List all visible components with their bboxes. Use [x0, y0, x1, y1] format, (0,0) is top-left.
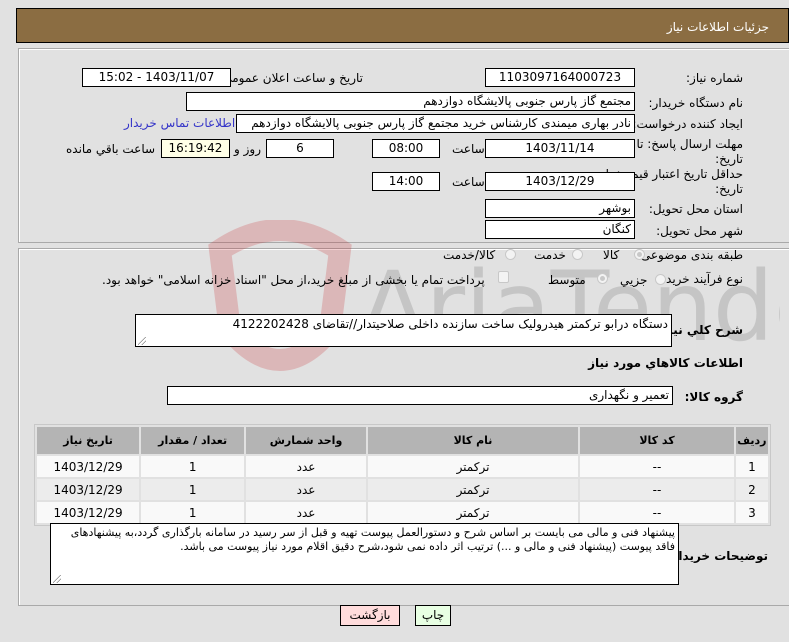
goods-group-label: گروه کالا: — [684, 390, 743, 404]
cell-need-date: 1403/12/29 — [37, 456, 140, 477]
page-title: جزئیات اطلاعات نیاز — [666, 20, 769, 34]
remaining-time-field: 16:19:42 — [161, 139, 230, 158]
category-option-goods-service: کالا/خدمت — [443, 248, 496, 262]
resize-handle-icon[interactable] — [138, 337, 146, 345]
column-header-goods-code: کد کالا — [580, 427, 734, 454]
cell-unit: عدد — [246, 479, 366, 500]
category-option-goods: کالا — [603, 248, 620, 262]
goods-table-header-row: ردیف کد کالا نام کالا واحد شمارش تعداد /… — [37, 427, 768, 454]
goods-table: ردیف کد کالا نام کالا واحد شمارش تعداد /… — [34, 424, 771, 526]
purchase-type-radio-small[interactable] — [655, 274, 666, 285]
cell-row-number: 2 — [735, 479, 768, 500]
resize-handle-icon[interactable] — [53, 575, 61, 583]
cell-goods-code: -- — [580, 479, 734, 500]
purchase-type-radio-medium[interactable] — [597, 273, 608, 284]
cell-unit: عدد — [246, 502, 366, 523]
table-row: 3 -- ترکمتر عدد 1 1403/12/29 — [37, 502, 768, 523]
buyer-notes-label: توضیحات خریدار: — [666, 549, 768, 563]
column-header-row-number: ردیف — [735, 427, 768, 454]
delivery-province-label: استان محل تحویل: — [648, 202, 743, 216]
need-number-field: 1103097164000723 — [485, 68, 635, 87]
delivery-city-field: کنگان — [485, 220, 635, 239]
goods-section-title: اطلاعات کالاهاي مورد نياز — [588, 356, 743, 370]
reply-deadline-date-field: 1403/11/14 — [485, 139, 635, 158]
treasury-payment-note: پرداخت تمام یا بخشی از مبلغ خرید،از محل … — [102, 273, 485, 287]
column-header-quantity: تعداد / مقدار — [141, 427, 245, 454]
column-header-need-date: تاریخ نیاز — [37, 427, 140, 454]
cell-quantity: 1 — [141, 502, 245, 523]
description-textarea[interactable]: دستگاه درابو ترکمتر هیدرولیک ساخت سازنده… — [135, 314, 672, 347]
goods-group-field: تعمیر و نگهداری — [167, 386, 673, 405]
cell-need-date: 1403/12/29 — [37, 502, 140, 523]
remaining-time-label: ساعت باقي مانده — [66, 142, 156, 156]
purchase-type-option-medium: متوسط — [548, 273, 586, 287]
requester-field: نادر بهاری میمندی کارشناس خرید مجتمع گاز… — [236, 114, 635, 133]
category-label: طبقه بندی موضوعی: — [636, 248, 743, 262]
buyer-org-label: نام دستگاه خریدار: — [648, 96, 744, 110]
table-row: 1 -- ترکمتر عدد 1 1403/12/29 — [37, 456, 768, 477]
print-button[interactable]: چاپ — [415, 605, 451, 626]
cell-quantity: 1 — [141, 479, 245, 500]
table-row: 2 -- ترکمتر عدد 1 1403/12/29 — [37, 479, 768, 500]
buyer-contact-link[interactable]: اطلاعات تماس خریدار — [124, 116, 235, 130]
need-number-label: شماره نیاز: — [686, 71, 743, 85]
delivery-province-field: بوشهر — [485, 199, 635, 218]
cell-goods-code: -- — [580, 456, 734, 477]
column-header-goods-name: نام کالا — [367, 427, 579, 454]
reply-deadline-time-field: 08:00 — [372, 139, 440, 158]
treasury-payment-checkbox[interactable] — [498, 271, 509, 283]
cell-row-number: 3 — [735, 502, 768, 523]
reply-deadline-label: مهلت ارسال پاسخ: تا تاریخ: — [636, 137, 743, 166]
page-header: جزئیات اطلاعات نیاز — [16, 8, 789, 43]
category-radio-goods[interactable] — [634, 249, 645, 260]
cell-goods-code: -- — [580, 502, 734, 523]
announce-datetime-field: 1403/11/07 - 15:02 — [82, 68, 231, 87]
cell-need-date: 1403/12/29 — [37, 479, 140, 500]
cell-row-number: 1 — [735, 456, 768, 477]
purchase-type-label: نوع فرآیند خرید : — [658, 272, 743, 286]
buyer-notes-text: پیشنهاد فنی و مالی می بایست بر اساس شرح … — [70, 526, 675, 553]
remaining-days-label: روز و — [234, 142, 261, 156]
cell-goods-name: ترکمتر — [367, 479, 579, 500]
cell-unit: عدد — [246, 456, 366, 477]
requester-label: ایجاد کننده درخواست: — [632, 117, 743, 131]
category-radio-service[interactable] — [572, 249, 583, 260]
category-option-service: خدمت — [534, 248, 566, 262]
announce-datetime-label: تاریخ و ساعت اعلان عمومي: — [218, 71, 363, 85]
purchase-type-option-small: جزيي — [620, 273, 648, 287]
cell-goods-name: ترکمتر — [367, 502, 579, 523]
price-validity-time-label: ساعت — [452, 175, 485, 189]
column-header-unit: واحد شمارش — [246, 427, 366, 454]
cell-quantity: 1 — [141, 456, 245, 477]
buyer-notes-textarea[interactable]: پیشنهاد فنی و مالی می بایست بر اساس شرح … — [50, 523, 679, 585]
reply-deadline-time-label: ساعت — [452, 142, 485, 156]
category-radio-goods-service[interactable] — [505, 249, 516, 260]
description-text: دستگاه درابو ترکمتر هیدرولیک ساخت سازنده… — [232, 317, 668, 331]
remaining-days-field: 6 — [266, 139, 334, 158]
delivery-city-label: شهر محل تحویل: — [656, 224, 743, 238]
back-button[interactable]: بازگشت — [340, 605, 400, 626]
price-validity-time-field: 14:00 — [372, 172, 440, 191]
price-validity-date-field: 1403/12/29 — [485, 172, 635, 191]
buyer-org-field: مجتمع گاز پارس جنوبی پالایشگاه دوازدهم — [186, 92, 635, 111]
cell-goods-name: ترکمتر — [367, 456, 579, 477]
